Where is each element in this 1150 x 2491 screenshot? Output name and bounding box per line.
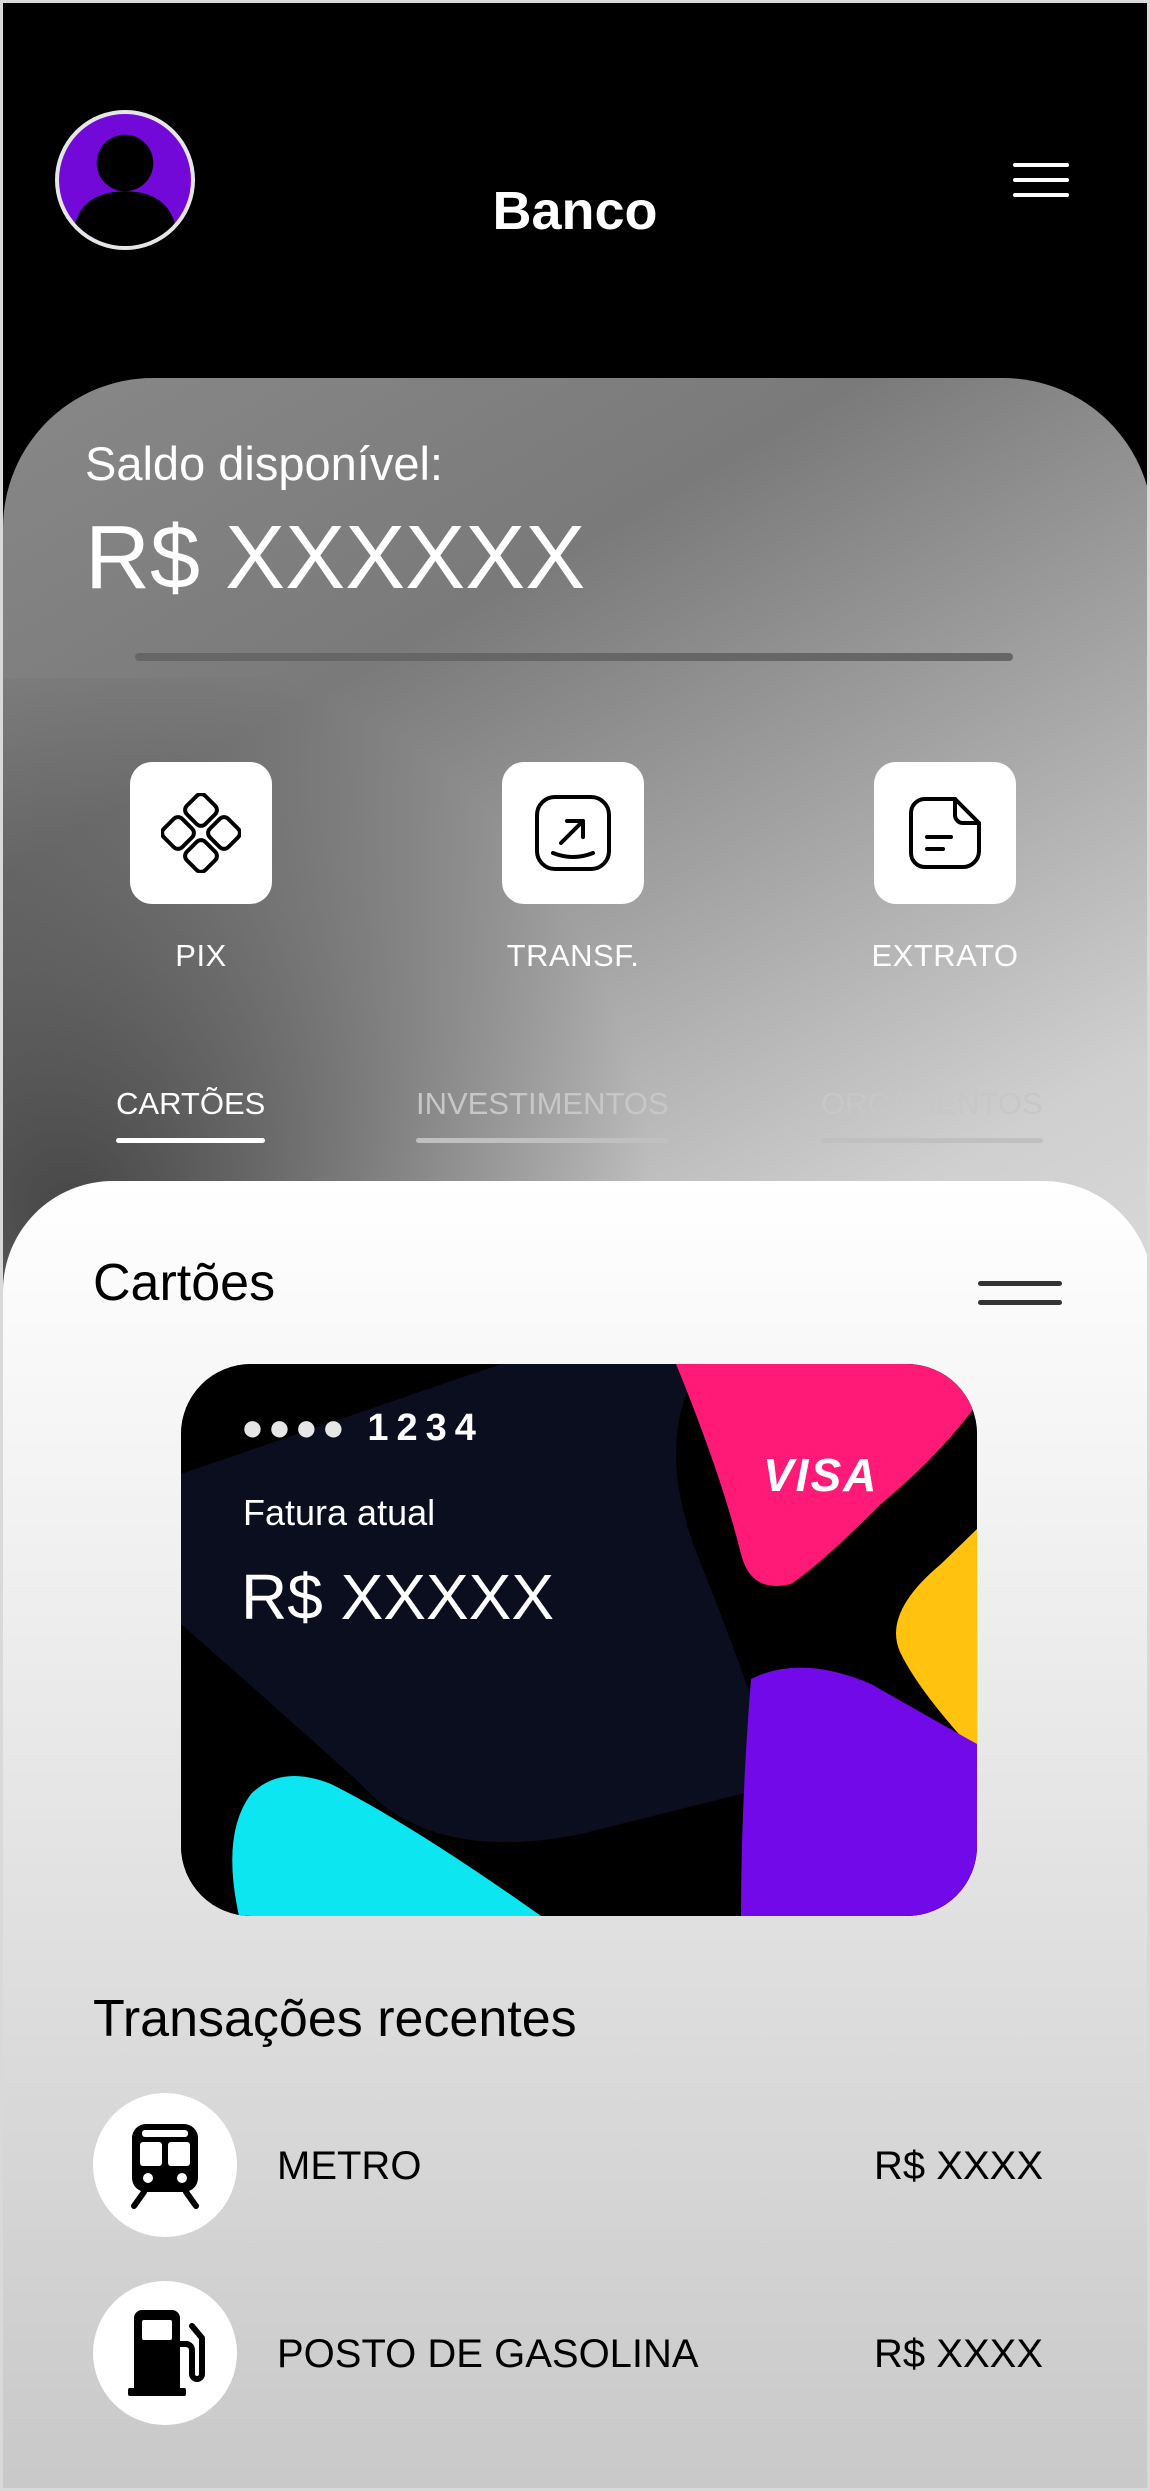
hamburger-menu-icon[interactable] (1013, 163, 1069, 203)
tab-cartoes[interactable]: CARTÕES (116, 1086, 266, 1143)
gas-pump-icon-circle (93, 2281, 237, 2425)
pix-label: PIX (175, 938, 227, 973)
tab-investimentos-indicator (416, 1138, 669, 1143)
tab-orcamentos[interactable]: ORÇAMENTOS (821, 1086, 1043, 1143)
transfer-label: TRANSF. (506, 938, 640, 973)
transaction-row-gas-station[interactable]: POSTO DE GASOLINA R$ XXXX (93, 2281, 1043, 2425)
cards-panel: Cartões ●●●● 1234 Fatura atual R$ XXXXX … (3, 1181, 1147, 2488)
tab-orcamentos-indicator (821, 1138, 1043, 1143)
transaction-amount: R$ XXXX (874, 2332, 1043, 2376)
transaction-row-metro[interactable]: METRO R$ XXXX (93, 2093, 1043, 2237)
card-number: ●●●● 1234 (241, 1406, 484, 1450)
train-icon (131, 2124, 199, 2209)
invoice-label: Fatura atual (243, 1492, 436, 1533)
transaction-name: POSTO DE GASOLINA (277, 2332, 699, 2376)
tab-orcamentos-label: ORÇAMENTOS (821, 1086, 1043, 1121)
transfer-icon-box (502, 762, 644, 904)
balance-label: Saldo disponível: (85, 437, 443, 490)
statement-label: EXTRATO (871, 938, 1019, 973)
phone-screen: Banco Saldo disponível: R$ XXXXXX PIX TR… (0, 0, 1150, 2491)
invoice-value: R$ XXXXX (241, 1561, 555, 1633)
balance-value: R$ XXXXXX (85, 508, 586, 608)
card-last-digits: 1234 (367, 1407, 484, 1449)
pix-icon (161, 793, 241, 873)
statement-icon (909, 797, 981, 869)
tab-cartoes-label: CARTÕES (116, 1086, 266, 1121)
cards-menu-icon[interactable] (978, 1281, 1062, 1315)
tab-cartoes-indicator (116, 1138, 266, 1143)
credit-card[interactable]: ●●●● 1234 Fatura atual R$ XXXXX VISA (181, 1364, 977, 1916)
train-icon-circle (93, 2093, 237, 2237)
pix-icon-box (130, 762, 272, 904)
transaction-name: METRO (277, 2144, 422, 2188)
tab-investimentos-label: INVESTIMENTOS (416, 1086, 669, 1121)
app-title: Banco (492, 181, 658, 241)
transfer-button[interactable]: TRANSF. (453, 762, 693, 974)
transactions-title: Transações recentes (93, 1990, 577, 2048)
statement-button[interactable]: EXTRATO (825, 762, 1065, 974)
card-number-mask: ●●●● (241, 1407, 349, 1449)
pix-button[interactable]: PIX (81, 762, 321, 974)
statement-icon-box (874, 762, 1016, 904)
tab-investimentos[interactable]: INVESTIMENTOS (416, 1086, 669, 1143)
transaction-amount: R$ XXXX (874, 2144, 1043, 2188)
visa-logo: VISA (763, 1449, 879, 1501)
transfer-icon (535, 795, 611, 871)
cards-title: Cartões (93, 1254, 276, 1312)
gas-pump-icon (128, 2310, 205, 2396)
balance-divider (135, 653, 1013, 661)
